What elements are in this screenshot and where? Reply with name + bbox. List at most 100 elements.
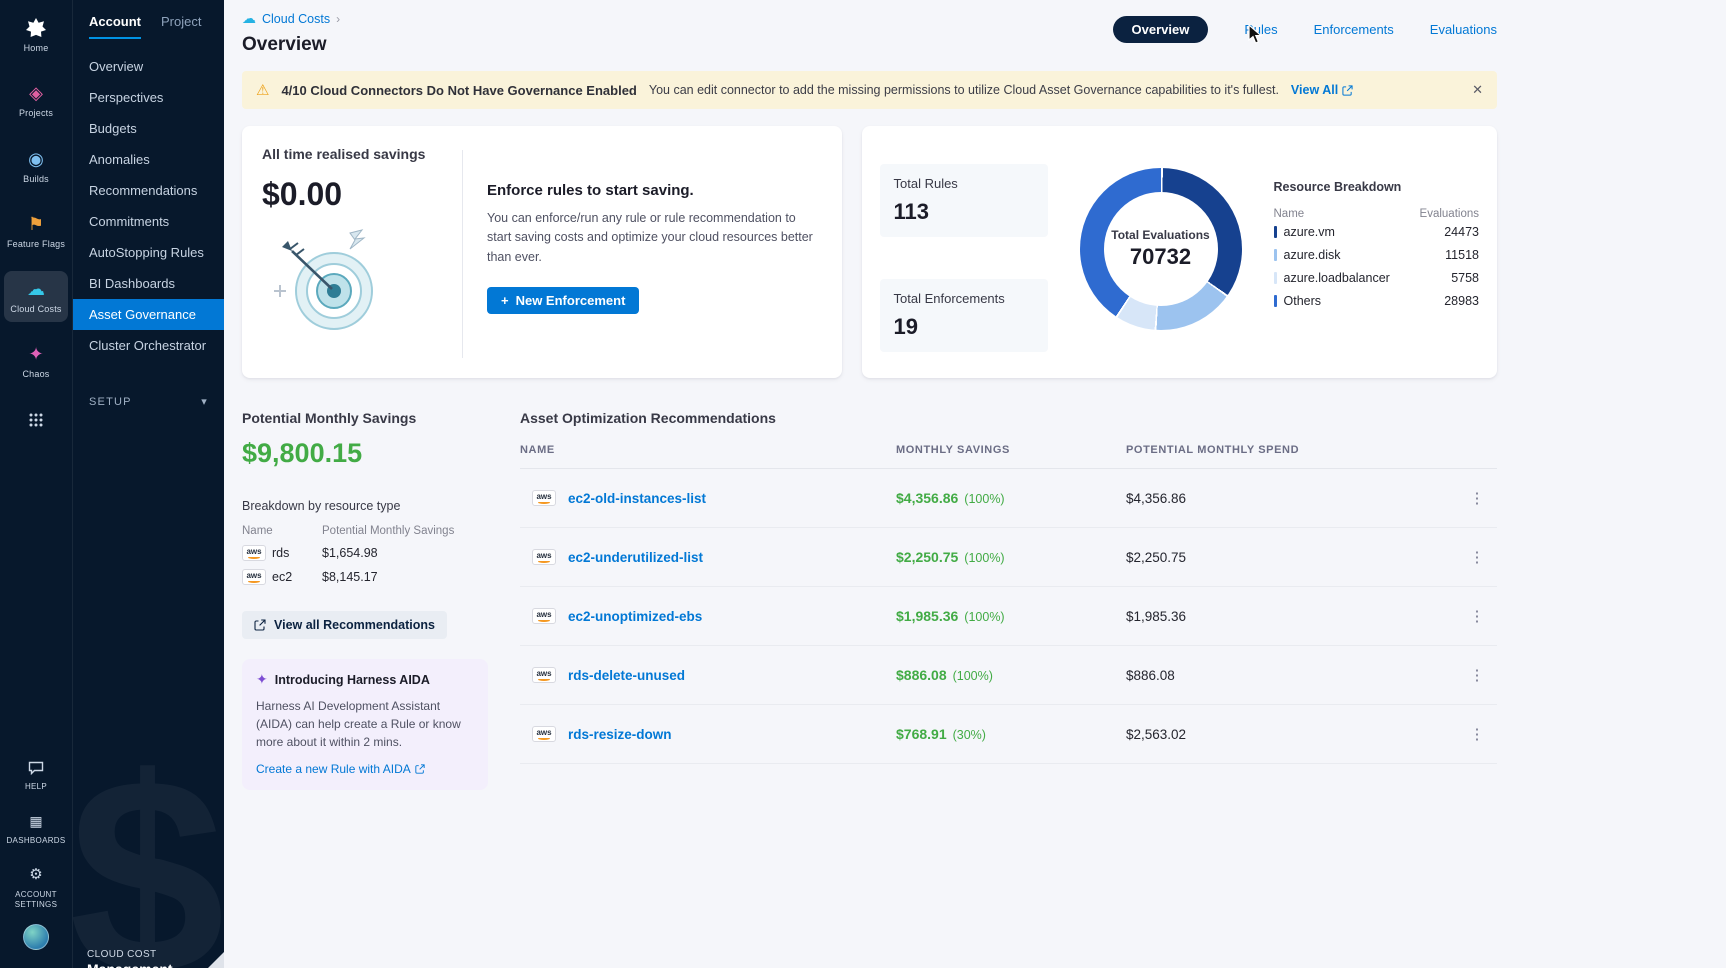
account-settings-button[interactable]: ⚙ ACCOUNT SETTINGS [4, 860, 68, 914]
aida-create-rule-link[interactable]: Create a new Rule with AIDA [256, 762, 425, 776]
total-enforcements-label: Total Enforcements [894, 291, 1034, 306]
sidebar-footer-line1: CLOUD COST [87, 949, 173, 960]
sidebar-setup-toggle[interactable]: SETUP ▾ [73, 387, 224, 416]
sidebar-item-perspectives[interactable]: Perspectives [73, 82, 224, 113]
rail-label: Builds [23, 174, 49, 185]
rail-item-cloud-costs[interactable]: ☁ Cloud Costs [4, 271, 68, 322]
recommendation-link[interactable]: ec2-underutilized-list [568, 550, 703, 565]
breakdown-col-savings: Potential Monthly Savings [322, 525, 488, 537]
sidebar-item-recommendations[interactable]: Recommendations [73, 175, 224, 206]
page-title: Overview [242, 34, 340, 56]
flag-icon: ⚑ [28, 213, 44, 235]
aws-icon: aws [242, 545, 266, 561]
enforce-cta-body: You can enforce/run any rule or rule rec… [487, 209, 814, 267]
total-rules-value: 113 [894, 199, 1034, 225]
row-savings-percent: (100%) [964, 492, 1004, 506]
row-menu-kebab-icon[interactable]: ⋮ [1457, 666, 1497, 684]
rail-label: Cloud Costs [10, 304, 61, 315]
row-menu-kebab-icon[interactable]: ⋮ [1457, 489, 1497, 507]
tab-evaluations[interactable]: Evaluations [1430, 22, 1497, 37]
gear-icon: ⚙ [29, 864, 42, 886]
asset-optimization-panel: Asset Optimization Recommendations NAME … [520, 410, 1497, 790]
row-menu-kebab-icon[interactable]: ⋮ [1457, 725, 1497, 743]
row-spend: $1,985.36 [1126, 609, 1457, 624]
sidebar-item-bi-dashboards[interactable]: BI Dashboards [73, 268, 224, 299]
tab-enforcements[interactable]: Enforcements [1314, 22, 1394, 37]
row-savings-percent: (100%) [953, 669, 993, 683]
rail-label: ACCOUNT SETTINGS [6, 890, 66, 910]
aws-icon: aws [532, 549, 556, 565]
resource-breakdown-legend: Resource Breakdown Name Evaluations azur… [1274, 180, 1480, 358]
rail-label: DASHBOARDS [6, 836, 65, 846]
recommendations-header-row: NAME MONTHLY SAVINGS POTENTIAL MONTHLY S… [520, 444, 1497, 469]
sidebar-item-anomalies[interactable]: Anomalies [73, 144, 224, 175]
user-avatar[interactable] [23, 924, 49, 950]
sidebar-item-commitments[interactable]: Commitments [73, 206, 224, 237]
recommendation-link[interactable]: rds-delete-unused [568, 668, 685, 683]
aws-icon: aws [532, 608, 556, 624]
chat-bubble-icon [28, 756, 44, 778]
legend-row: azure.vm 24473 [1274, 220, 1480, 243]
governance-warning-banner: ⚠ 4/10 Cloud Connectors Do Not Have Gove… [242, 71, 1497, 109]
rail-item-home[interactable]: Home [4, 10, 68, 61]
rail-item-chaos[interactable]: ✦ Chaos [4, 336, 68, 387]
row-menu-kebab-icon[interactable]: ⋮ [1457, 548, 1497, 566]
legend-row: Others 28983 [1274, 289, 1480, 312]
sidebar-item-autostopping-rules[interactable]: AutoStopping Rules [73, 237, 224, 268]
legend-name: azure.loadbalancer [1284, 271, 1390, 285]
breadcrumb-cloud-costs-link[interactable]: Cloud Costs [262, 12, 330, 26]
total-enforcements-tile: Total Enforcements 19 [880, 279, 1048, 352]
help-button[interactable]: HELP [4, 752, 68, 796]
realised-savings-label: All time realised savings [262, 146, 462, 162]
donut-center-value: 70732 [1130, 244, 1191, 270]
rail-item-builds[interactable]: ◉ Builds [4, 141, 68, 192]
new-enforcement-button[interactable]: + New Enforcement [487, 287, 639, 314]
rail-item-feature-flags[interactable]: ⚑ Feature Flags [4, 206, 68, 257]
dashboards-button[interactable]: ▦ DASHBOARDS [4, 806, 68, 850]
legend-row: azure.loadbalancer 5758 [1274, 266, 1480, 289]
rail-item-projects[interactable]: ◈ Projects [4, 75, 68, 126]
row-menu-kebab-icon[interactable]: ⋮ [1457, 607, 1497, 625]
warning-icon: ⚠ [256, 81, 269, 99]
target-illustration [266, 229, 462, 338]
table-row: aws ec2-unoptimized-ebs $1,985.36(100%) … [520, 587, 1497, 646]
potential-savings-title: Potential Monthly Savings [242, 410, 488, 426]
sidebar-item-asset-governance[interactable]: Asset Governance [73, 299, 224, 330]
chevron-down-icon: ▾ [201, 395, 208, 408]
recommendation-link[interactable]: ec2-old-instances-list [568, 491, 706, 506]
col-potential-monthly-spend: POTENTIAL MONTHLY SPEND [1126, 444, 1457, 456]
tab-rules[interactable]: Rules [1244, 22, 1277, 37]
row-spend: $4,356.86 [1126, 491, 1457, 506]
module-picker-button[interactable] [4, 402, 68, 438]
rail-bottom-group: HELP ▦ DASHBOARDS ⚙ ACCOUNT SETTINGS [4, 752, 68, 968]
grid-9-dots-icon [29, 409, 43, 431]
breakdown-row: aws ec2 $8,145.17 [242, 569, 488, 585]
view-all-recommendations-button[interactable]: View all Recommendations [242, 611, 447, 639]
sidebar-collapse-handle[interactable] [208, 952, 224, 968]
sidebar-item-cluster-orchestrator[interactable]: Cluster Orchestrator [73, 330, 224, 361]
tab-project[interactable]: Project [161, 14, 201, 39]
evaluations-stats-card: Total Rules 113 Total Enforcements 19 To… [862, 126, 1498, 378]
main-area: ☁ Cloud Costs › Overview Overview Rules … [224, 0, 1726, 968]
recommendation-link[interactable]: rds-resize-down [568, 727, 672, 742]
projects-icon: ◈ [29, 82, 43, 104]
sidebar-item-overview[interactable]: Overview [73, 51, 224, 82]
close-icon[interactable]: ✕ [1472, 82, 1483, 98]
tab-account[interactable]: Account [89, 14, 141, 39]
banner-view-all-link[interactable]: View All [1291, 83, 1353, 97]
recommendation-link[interactable]: ec2-unoptimized-ebs [568, 609, 702, 624]
tab-overview[interactable]: Overview [1113, 16, 1209, 43]
sidebar-footer-line2: Management [87, 961, 173, 968]
external-link-icon [254, 619, 266, 631]
potential-savings-amount: $9,800.15 [242, 438, 488, 469]
banner-message: You can edit connector to add the missin… [649, 83, 1279, 97]
row-savings-percent: (100%) [964, 551, 1004, 565]
legend-col-name: Name [1274, 208, 1305, 220]
sidebar-item-budgets[interactable]: Budgets [73, 113, 224, 144]
sidebar-menu: Overview Perspectives Budgets Anomalies … [73, 51, 224, 361]
table-row: aws ec2-underutilized-list $2,250.75 (100… [520, 528, 1497, 587]
row-savings: $4,356.86 [896, 490, 958, 506]
row-savings-percent: (30%) [953, 728, 986, 742]
chaos-sparkle-icon: ✦ [28, 343, 43, 365]
row-spend: $2,250.75 [1126, 550, 1457, 565]
